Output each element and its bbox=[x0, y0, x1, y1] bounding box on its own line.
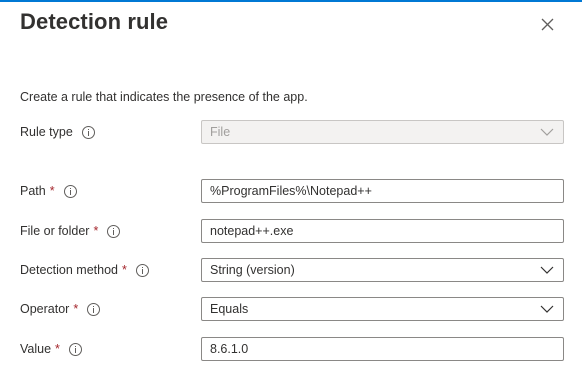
required-asterisk: * bbox=[121, 263, 127, 277]
value-label-group: Value * bbox=[20, 342, 82, 356]
value-field[interactable] bbox=[201, 337, 564, 361]
detection-method-row: Detection method * String (version) bbox=[0, 258, 582, 284]
path-field[interactable] bbox=[201, 179, 564, 203]
rule-type-label: Rule type bbox=[20, 125, 73, 139]
file-or-folder-label-group: File or folder * bbox=[20, 224, 121, 238]
detection-method-label: Detection method bbox=[20, 263, 118, 277]
file-or-folder-input[interactable] bbox=[202, 220, 563, 242]
info-icon[interactable] bbox=[107, 224, 121, 238]
rule-type-row: Rule type File bbox=[0, 120, 582, 146]
detection-method-dropdown[interactable]: String (version) bbox=[201, 258, 564, 282]
path-label: Path bbox=[20, 184, 46, 198]
detection-method-label-group: Detection method * bbox=[20, 263, 149, 277]
rule-type-dropdown[interactable]: File bbox=[201, 120, 564, 144]
close-icon bbox=[541, 18, 554, 31]
file-or-folder-row: File or folder * bbox=[0, 219, 582, 245]
info-icon[interactable] bbox=[63, 184, 77, 198]
rule-type-value: File bbox=[210, 125, 231, 139]
value-row: Value * bbox=[0, 337, 582, 363]
path-input[interactable] bbox=[202, 180, 563, 202]
panel-description: Create a rule that indicates the presenc… bbox=[20, 90, 308, 104]
info-icon[interactable] bbox=[68, 342, 82, 356]
chevron-down-icon bbox=[540, 265, 554, 275]
panel-title: Detection rule bbox=[20, 9, 169, 34]
operator-label-group: Operator * bbox=[20, 302, 101, 316]
file-or-folder-label: File or folder bbox=[20, 224, 90, 238]
value-label: Value bbox=[20, 342, 52, 356]
info-icon[interactable] bbox=[87, 302, 101, 316]
operator-dropdown[interactable]: Equals bbox=[201, 297, 564, 321]
operator-row: Operator * Equals bbox=[0, 297, 582, 323]
info-icon[interactable] bbox=[81, 125, 95, 139]
chevron-down-icon bbox=[540, 304, 554, 314]
detection-method-value: String (version) bbox=[210, 263, 295, 277]
required-asterisk: * bbox=[55, 342, 60, 356]
operator-value: Equals bbox=[210, 302, 249, 316]
required-asterisk: * bbox=[73, 302, 79, 316]
top-accent-bar bbox=[0, 0, 582, 2]
file-or-folder-field[interactable] bbox=[201, 219, 564, 243]
path-label-group: Path * bbox=[20, 184, 77, 198]
info-icon[interactable] bbox=[135, 263, 149, 277]
operator-label: Operator bbox=[20, 302, 70, 316]
chevron-down-icon bbox=[540, 127, 554, 137]
required-asterisk: * bbox=[93, 224, 99, 238]
rule-type-label-group: Rule type bbox=[20, 125, 95, 139]
value-input[interactable] bbox=[202, 338, 563, 360]
close-button[interactable] bbox=[538, 15, 558, 35]
path-row: Path * bbox=[0, 179, 582, 205]
required-asterisk: * bbox=[49, 184, 55, 198]
